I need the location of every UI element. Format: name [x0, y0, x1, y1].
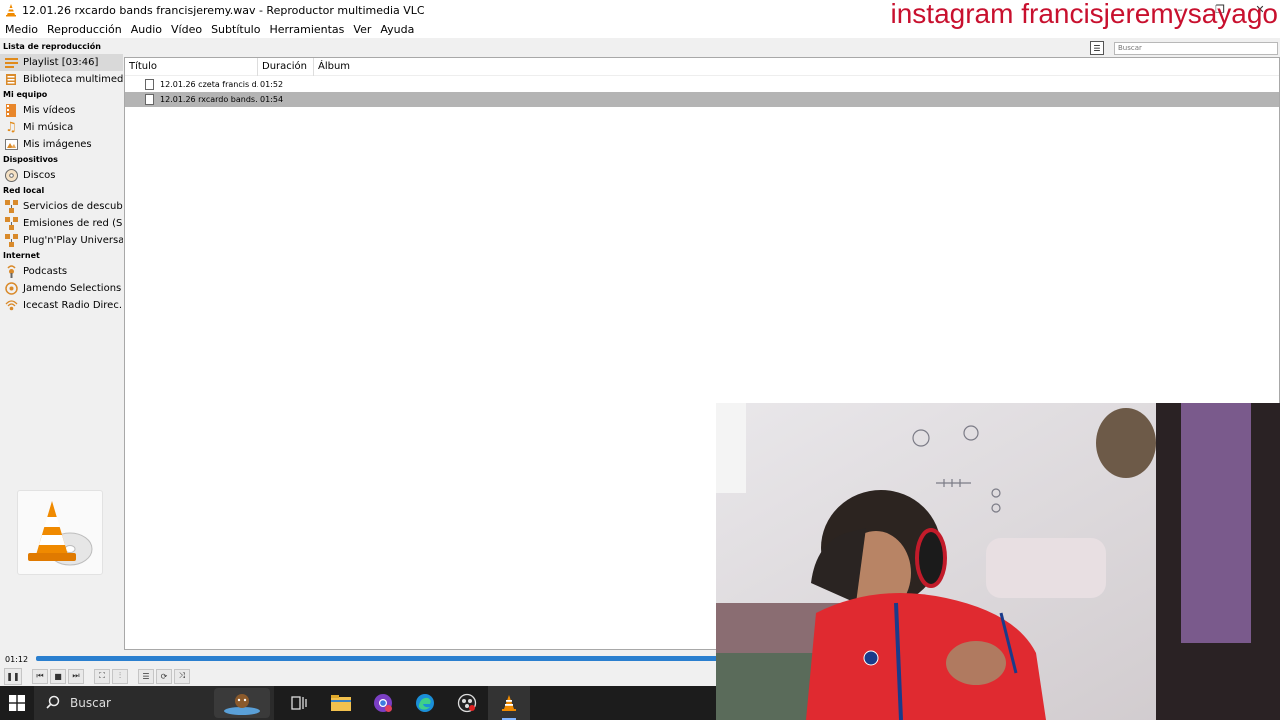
- sidebar-item-playlist[interactable]: Playlist [03:46]: [0, 54, 123, 71]
- sidebar-item-network-streams[interactable]: Emisiones de red (S...: [0, 215, 123, 232]
- file-icon: [145, 94, 154, 105]
- overlay-text: instagram francisjeremysayago: [890, 0, 1279, 29]
- sidebar-item-label: Mi música: [23, 122, 74, 133]
- music-note-icon: ♫: [5, 120, 17, 135]
- column-album[interactable]: Álbum: [314, 58, 434, 76]
- search-area: ☰: [1090, 40, 1280, 56]
- taskbar-search-label: Buscar: [70, 696, 111, 710]
- vlc-icon: [6, 4, 16, 17]
- network-icon: [4, 234, 18, 248]
- row-duration: 01:54: [260, 95, 284, 104]
- radio-waves-icon: [4, 299, 18, 313]
- file-icon: [145, 79, 154, 90]
- sidebar-item-label: Jamendo Selections: [23, 283, 122, 294]
- window-title: 12.01.26 rxcardo bands francisjeremy.wav…: [22, 3, 425, 17]
- menu-audio[interactable]: Audio: [128, 23, 165, 36]
- sidebar-item-media-library[interactable]: Biblioteca multimedia: [0, 71, 123, 88]
- playlist-icon: [4, 56, 18, 70]
- stop-icon[interactable]: ■: [50, 668, 66, 684]
- playlist-toggle-icon[interactable]: ☰: [138, 668, 154, 684]
- menu-medio[interactable]: Medio: [2, 23, 41, 36]
- sidebar-item-label: Plug'n'Play Universal: [23, 235, 123, 246]
- podcast-icon: [4, 265, 18, 279]
- extended-settings-icon[interactable]: ⫶: [112, 668, 128, 684]
- search-highlight-icon: [214, 688, 270, 718]
- library-icon: [4, 73, 18, 87]
- menu-ver[interactable]: Ver: [350, 23, 374, 36]
- sidebar-item-label: Podcasts: [23, 266, 68, 277]
- edge-icon[interactable]: [404, 686, 446, 720]
- sidebar: Lista de reproducción Playlist [03:46] B…: [0, 40, 123, 652]
- menu-reproduccion[interactable]: Reproducción: [44, 23, 125, 36]
- taskbar-search[interactable]: Buscar: [34, 686, 274, 720]
- elapsed-time: 01:12: [5, 654, 29, 664]
- windows-start-icon[interactable]: [0, 686, 34, 720]
- sidebar-item-label: Mis vídeos: [23, 105, 76, 116]
- pause-icon[interactable]: ❚❚: [4, 667, 22, 685]
- sidebar-item-label: Mis imágenes: [23, 139, 92, 150]
- jamendo-icon: [4, 282, 18, 296]
- menu-ayuda[interactable]: Ayuda: [377, 23, 417, 36]
- sidebar-item-discovery[interactable]: Servicios de descub...: [0, 198, 123, 215]
- loop-icon[interactable]: ⟳: [156, 668, 172, 684]
- menu-subtitulo[interactable]: Subtítulo: [208, 23, 263, 36]
- seek-progress: [36, 656, 808, 661]
- playlist-row[interactable]: 12.01.26 czeta francis d... 01:52: [125, 77, 1279, 92]
- album-art: [17, 490, 103, 575]
- section-internet: Internet: [3, 251, 40, 260]
- sidebar-item-label: Playlist [03:46]: [23, 57, 99, 68]
- network-icon: [4, 217, 18, 231]
- vlc-taskbar-icon[interactable]: [488, 686, 530, 720]
- sidebar-item-icecast[interactable]: Icecast Radio Direc...: [0, 297, 123, 314]
- vlc-cone-icon: [28, 500, 93, 565]
- column-title[interactable]: Título: [125, 57, 258, 76]
- task-view-icon[interactable]: [278, 686, 320, 720]
- sidebar-item-label: Emisiones de red (S...: [23, 218, 123, 229]
- sidebar-item-jamendo[interactable]: Jamendo Selections: [0, 280, 123, 297]
- previous-icon[interactable]: ⏮: [32, 668, 48, 684]
- sidebar-item-my-images[interactable]: Mis imágenes: [0, 136, 123, 153]
- sidebar-item-label: Servicios de descub...: [23, 201, 123, 212]
- obs-record-icon[interactable]: [446, 686, 488, 720]
- webcam-scene: [716, 403, 1280, 720]
- view-toggle-icon[interactable]: ☰: [1090, 41, 1104, 55]
- search-icon: [46, 695, 60, 712]
- sidebar-item-label: Discos: [23, 170, 56, 181]
- playlist-header: Título Duración Álbum: [125, 57, 1279, 76]
- file-explorer-icon[interactable]: [320, 686, 362, 720]
- network-icon: [4, 200, 18, 214]
- webcam-overlay: [716, 403, 1280, 720]
- section-local-network: Red local: [3, 186, 45, 195]
- next-icon[interactable]: ⏭: [68, 668, 84, 684]
- row-title: 12.01.26 rxcardo bands...: [160, 95, 258, 104]
- sidebar-item-label: Icecast Radio Direc...: [23, 300, 123, 311]
- section-playlist: Lista de reproducción: [3, 42, 101, 51]
- menu-video[interactable]: Vídeo: [168, 23, 205, 36]
- sidebar-item-my-music[interactable]: ♫ Mi música: [0, 119, 123, 136]
- film-icon: [4, 104, 18, 118]
- sidebar-item-upnp[interactable]: Plug'n'Play Universal: [0, 232, 123, 249]
- search-input[interactable]: [1114, 41, 1278, 55]
- chrome-canary-icon[interactable]: [362, 686, 404, 720]
- row-duration: 01:52: [260, 80, 284, 89]
- sidebar-item-my-videos[interactable]: Mis vídeos: [0, 102, 123, 119]
- column-duration[interactable]: Duración: [258, 57, 314, 76]
- sidebar-item-label: Biblioteca multimedia: [23, 74, 123, 85]
- playlist-row[interactable]: 12.01.26 rxcardo bands... 01:54: [125, 92, 1279, 107]
- image-icon: [4, 138, 18, 152]
- section-my-computer: Mi equipo: [3, 90, 48, 99]
- shuffle-icon[interactable]: ⤨: [174, 668, 190, 684]
- row-title: 12.01.26 czeta francis d...: [160, 80, 258, 89]
- disc-icon: [4, 169, 18, 183]
- section-devices: Dispositivos: [3, 155, 58, 164]
- sidebar-item-podcasts[interactable]: Podcasts: [0, 263, 123, 280]
- menu-herramientas[interactable]: Herramientas: [266, 23, 347, 36]
- fullscreen-icon[interactable]: ⛶: [94, 668, 110, 684]
- sidebar-item-discs[interactable]: Discos: [0, 167, 123, 184]
